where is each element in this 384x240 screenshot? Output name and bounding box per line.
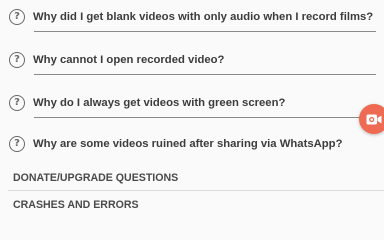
faq-item-cannot-open[interactable]: ? Why cannot I open recorded video?	[0, 45, 384, 75]
faq-question-label: Why cannot I open recorded video?	[33, 54, 225, 66]
section-label: CRASHES AND ERRORS	[13, 199, 139, 211]
faq-item-blank-videos[interactable]: ? Why did I get blank videos with only a…	[0, 2, 384, 32]
faq-divider	[34, 117, 376, 118]
question-icon: ?	[9, 136, 25, 152]
faq-question-label: Why do I always get videos with green sc…	[33, 97, 286, 109]
faq-question-label: Why are some videos ruined after sharing…	[33, 138, 343, 150]
section-label: DONATE/UPGRADE QUESTIONS	[13, 172, 179, 184]
question-icon: ?	[9, 9, 25, 25]
question-icon: ?	[9, 52, 25, 68]
section-donate-upgrade[interactable]: DONATE/UPGRADE QUESTIONS	[0, 166, 384, 191]
faq-divider	[34, 31, 376, 32]
section-divider	[8, 190, 384, 191]
video-camera-icon	[366, 114, 382, 125]
floating-record-button[interactable]	[359, 104, 384, 134]
faq-item-green-screen[interactable]: ? Why do I always get videos with green …	[0, 88, 384, 118]
question-icon: ?	[9, 95, 25, 111]
section-crashes-errors[interactable]: CRASHES AND ERRORS	[0, 193, 384, 218]
faq-divider	[34, 74, 376, 75]
faq-question-label: Why did I get blank videos with only aud…	[33, 11, 374, 23]
faq-item-whatsapp[interactable]: ? Why are some videos ruined after shari…	[0, 129, 384, 159]
